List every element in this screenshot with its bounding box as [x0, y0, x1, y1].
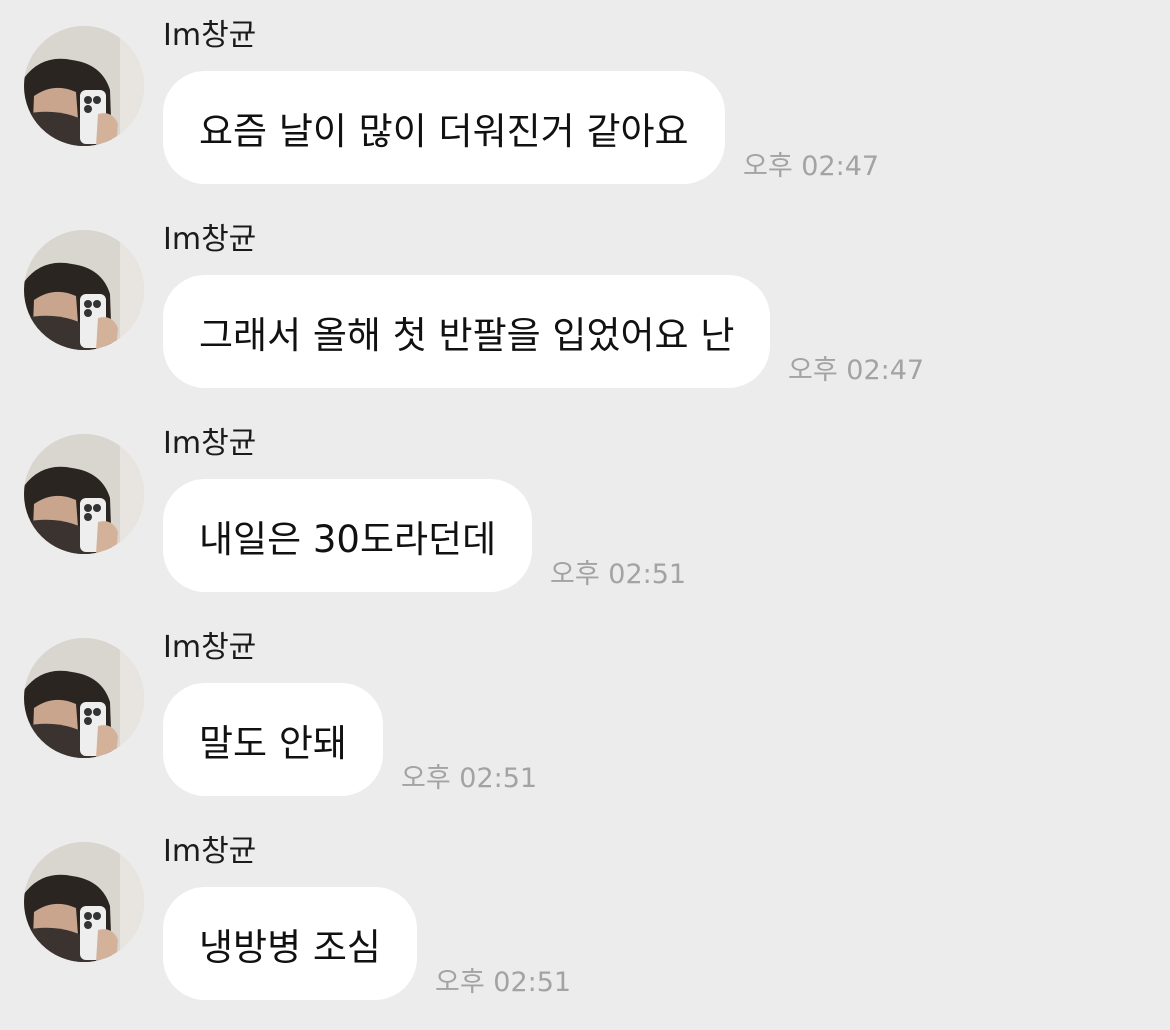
message-bubble[interactable]: 내일은 30도라던데: [163, 479, 533, 592]
chat-message: Im창균 내일은 30도라던데 오후 02:51: [0, 408, 1170, 612]
sender-name: Im창균: [163, 834, 257, 869]
sender-name: Im창균: [163, 222, 257, 257]
sender-name: Im창균: [163, 18, 257, 53]
chat-message: Im창균 냉방병 조심 오후 02:51: [0, 816, 1170, 1020]
avatar-photo-icon: [24, 230, 144, 350]
avatar-photo-icon: [24, 434, 144, 554]
message-bubble[interactable]: 그래서 올해 첫 반팔을 입었어요 난: [163, 275, 771, 388]
chat-message: Im창균 그래서 올해 첫 반팔을 입었어요 난 오후 02:47: [0, 204, 1170, 408]
sender-name: Im창균: [163, 426, 257, 461]
message-bubble[interactable]: 말도 안돼: [163, 683, 383, 796]
message-timestamp: 오후 02:51: [435, 967, 572, 998]
profile-avatar[interactable]: [24, 434, 144, 554]
message-timestamp: 오후 02:51: [401, 763, 538, 794]
avatar-photo-icon: [24, 26, 144, 146]
profile-avatar[interactable]: [24, 842, 144, 962]
avatar-photo-icon: [24, 638, 144, 758]
profile-avatar[interactable]: [24, 26, 144, 146]
message-bubble[interactable]: 요즘 날이 많이 더워진거 같아요: [163, 71, 725, 184]
chat-message: Im창균 말도 안돼 오후 02:51: [0, 612, 1170, 816]
profile-avatar[interactable]: [24, 638, 144, 758]
message-timestamp: 오후 02:47: [743, 151, 880, 182]
message-timestamp: 오후 02:51: [550, 559, 687, 590]
avatar-photo-icon: [24, 842, 144, 962]
message-timestamp: 오후 02:47: [788, 355, 925, 386]
sender-name: Im창균: [163, 630, 257, 665]
chat-message: Im창균 요즘 날이 많이 더워진거 같아요 오후 02:47: [0, 0, 1170, 204]
profile-avatar[interactable]: [24, 230, 144, 350]
message-bubble[interactable]: 냉방병 조심: [163, 887, 417, 1000]
